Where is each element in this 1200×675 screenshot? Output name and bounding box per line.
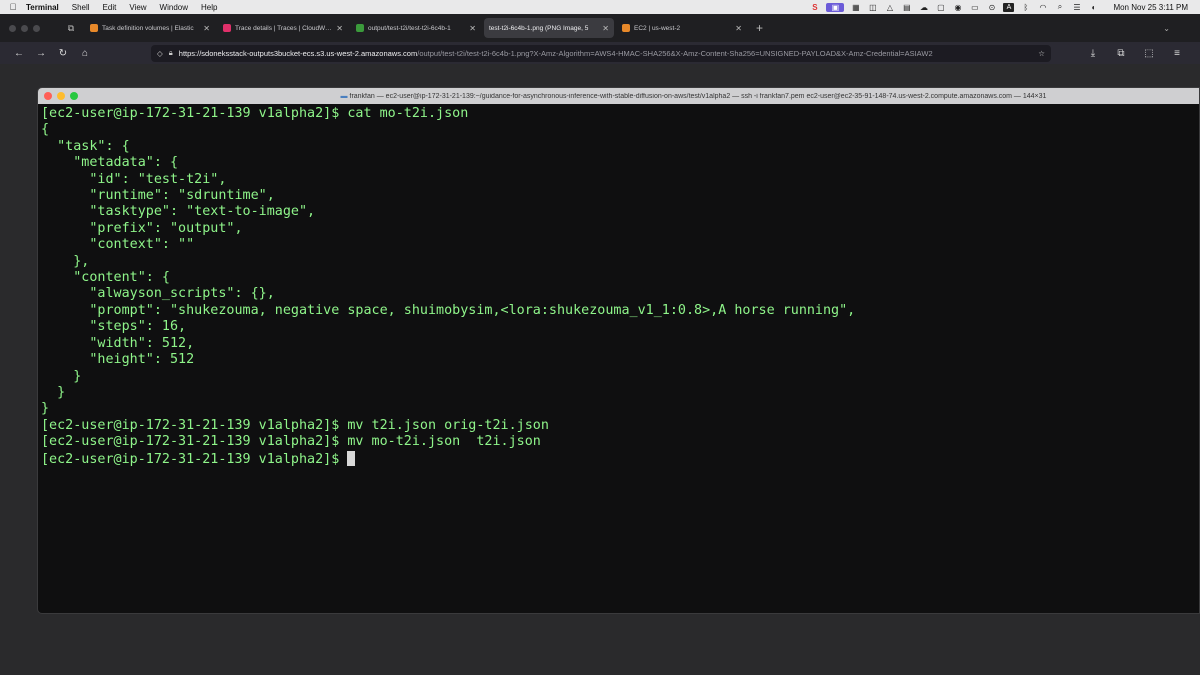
terminal-line: { <box>41 122 50 138</box>
reload-icon[interactable]: ↻ <box>52 48 74 59</box>
status-tray: S ▣ ▦ ◫ △ ▤ ☁ ▢ ◉ ▭ ⊙ A ᛒ ◠ ⌕ ☰ ◐ Mon No… <box>809 2 1200 12</box>
play-icon[interactable]: ⊙ <box>986 3 997 12</box>
back-arrow-icon[interactable]: ← <box>8 48 30 59</box>
menu-terminal[interactable]: Terminal <box>26 3 59 12</box>
forward-arrow-icon[interactable]: → <box>30 48 52 59</box>
close-window-icon[interactable] <box>44 92 52 100</box>
new-tab-plus-icon[interactable]: + <box>756 21 763 35</box>
terminal-line: "context": "" <box>41 237 195 253</box>
menu-bar:  Terminal Shell Edit View Window Help S… <box>0 0 1200 14</box>
terminal-line: "prompt": "shukezouma, negative space, s… <box>41 302 856 318</box>
s3-favicon-icon <box>356 24 364 32</box>
tab-list-icon[interactable]: ⧉ <box>60 18 82 38</box>
terminal-line: "task": { <box>41 138 130 154</box>
drive-icon[interactable]: △ <box>884 3 895 12</box>
terminal-line: "width": 512, <box>41 335 195 351</box>
tab-trace-details[interactable]: Trace details | Traces | CloudWatch ✕ <box>218 18 348 38</box>
shell-prompt: [ec2-user@ip-172-31-21-139 v1alpha2]$ <box>41 451 348 467</box>
terminal-line: "alwayson_scripts": {}, <box>41 286 275 302</box>
terminal-line: "runtime": "sdruntime", <box>41 188 275 204</box>
chat-icon[interactable]: ▢ <box>935 3 946 12</box>
terminal-line: "id": "test-t2i", <box>41 171 227 187</box>
search-icon[interactable]: ⌕ <box>1054 2 1065 12</box>
terminal-line: [ec2-user@ip-172-31-21-139 v1alpha2]$ mv… <box>41 417 549 433</box>
terminal-line: [ec2-user@ip-172-31-21-139 v1alpha2]$ ca… <box>41 106 469 121</box>
ec2-favicon-icon <box>622 24 630 32</box>
zoom-window-icon[interactable] <box>33 24 40 32</box>
close-window-icon[interactable] <box>9 24 16 32</box>
terminal-line: "tasktype": "text-to-image", <box>41 204 316 220</box>
record-icon[interactable]: ◉ <box>952 3 963 12</box>
terminal-lines: [ec2-user@ip-172-31-21-139 v1alpha2]$ ca… <box>41 106 1196 451</box>
url-host: https://sdoneksstack-outputs3bucket-ecs.… <box>178 48 418 58</box>
zoom-window-icon[interactable] <box>70 92 78 100</box>
terminal-line: "height": 512 <box>41 352 195 368</box>
browser-toolbar: ← → ↻ ⌂ ◇ 🔒︎ https://sdoneksstack-output… <box>0 42 1200 64</box>
terminal-line: "prefix": "output", <box>41 220 243 236</box>
minimize-window-icon[interactable] <box>57 92 65 100</box>
download-icon[interactable]: ⤓ <box>1082 48 1104 59</box>
terminal-line: "metadata": { <box>41 155 179 171</box>
minimize-window-icon[interactable] <box>21 24 28 32</box>
apple-icon[interactable]:  <box>0 2 26 12</box>
siri-icon[interactable]: ◐ <box>1088 3 1099 12</box>
s-app-icon[interactable]: S <box>809 3 820 12</box>
url-path: /output/test-t2i/test-t2i-6c4b-1.png?X-A… <box>417 48 933 58</box>
lock-icon[interactable]: ▤ <box>901 3 912 12</box>
window-controls <box>0 24 60 32</box>
menu-help[interactable]: Help <box>201 3 217 12</box>
text-cursor <box>347 450 356 466</box>
menu-clock[interactable]: Mon Nov 25 3:11 PM <box>1113 3 1188 12</box>
aws-favicon-icon <box>90 24 98 32</box>
display-icon[interactable]: ▭ <box>969 3 980 12</box>
menu-shell[interactable]: Shell <box>72 3 90 12</box>
menu-edit[interactable]: Edit <box>103 3 117 12</box>
menu-hamburger-icon[interactable]: ≡ <box>1166 48 1188 59</box>
tab-ec2[interactable]: EC2 | us-west-2 ✕ <box>617 18 747 38</box>
terminal-window-controls <box>38 92 78 100</box>
bookmark-star-icon[interactable]: ☆ <box>1038 49 1045 58</box>
close-tab-icon[interactable]: ✕ <box>469 24 476 33</box>
terminal-line: "steps": 16, <box>41 319 187 335</box>
terminal-line: } <box>41 384 66 400</box>
bluetooth-icon[interactable]: ᛒ <box>1020 3 1031 12</box>
terminal-line: "content": { <box>41 270 170 286</box>
puzzle-icon[interactable]: ⬚ <box>1138 48 1160 59</box>
extensions-icon[interactable]: ⧉ <box>1110 48 1132 59</box>
terminal-output[interactable]: [ec2-user@ip-172-31-21-139 v1alpha2]$ ca… <box>38 104 1199 470</box>
control-center-icon[interactable]: ☰ <box>1071 3 1082 12</box>
menu-view[interactable]: View <box>129 3 146 12</box>
close-tab-icon[interactable]: ✕ <box>336 24 343 33</box>
keyboard-icon[interactable]: A <box>1003 2 1015 12</box>
terminal-title: ▬ frankfan — ec2-user@ip-172-31-21-139:~… <box>340 92 1047 100</box>
lock-icon[interactable]: 🔒︎ <box>169 48 173 58</box>
screen-share-icon[interactable]: ▣ <box>826 2 845 12</box>
terminal-prompt-line[interactable]: [ec2-user@ip-172-31-21-139 v1alpha2]$ <box>41 450 1196 468</box>
folder-icon: ▬ <box>340 92 350 100</box>
tab-task-definition[interactable]: Task definition volumes | Elastic ✕ <box>85 18 215 38</box>
close-tab-icon[interactable]: ✕ <box>602 24 609 33</box>
url-bar[interactable]: ◇ 🔒︎ https://sdoneksstack-outputs3bucket… <box>151 44 1051 62</box>
close-tab-icon[interactable]: ✕ <box>735 24 742 33</box>
terminal-line: } <box>41 368 82 384</box>
chevron-down-icon[interactable]: ⌄ <box>1163 24 1170 33</box>
grid-icon[interactable]: ▦ <box>850 3 861 12</box>
cloudwatch-favicon-icon <box>223 24 231 32</box>
toolbar-right-actions: ⤓ ⧉ ⬚ ≡ <box>1082 48 1200 59</box>
home-icon[interactable]: ⌂ <box>74 48 96 59</box>
terminal-window[interactable]: ▬ frankfan — ec2-user@ip-172-31-21-139:~… <box>37 87 1200 614</box>
cloud-icon[interactable]: ☁ <box>918 3 929 12</box>
close-tab-icon[interactable]: ✕ <box>203 24 210 33</box>
tab-png-image[interactable]: test-t2i-6c4b-1.png (PNG Image, 5 ✕ <box>484 18 614 38</box>
terminal-line: }, <box>41 253 90 269</box>
menu-window[interactable]: Window <box>160 3 188 12</box>
wifi-icon[interactable]: ◠ <box>1037 3 1048 12</box>
tab-s3-output[interactable]: output/test-t2i/test-t2i-6c4b-1 ✕ <box>351 18 481 38</box>
terminal-line: } <box>41 401 50 417</box>
shield-icon[interactable]: ◇ <box>157 49 163 58</box>
browser-tab-strip: ⧉ Task definition volumes | Elastic ✕ Tr… <box>0 14 1200 42</box>
layout-icon[interactable]: ◫ <box>867 3 878 12</box>
terminal-line: [ec2-user@ip-172-31-21-139 v1alpha2]$ mv… <box>41 434 541 450</box>
terminal-title-bar[interactable]: ▬ frankfan — ec2-user@ip-172-31-21-139:~… <box>38 88 1199 104</box>
